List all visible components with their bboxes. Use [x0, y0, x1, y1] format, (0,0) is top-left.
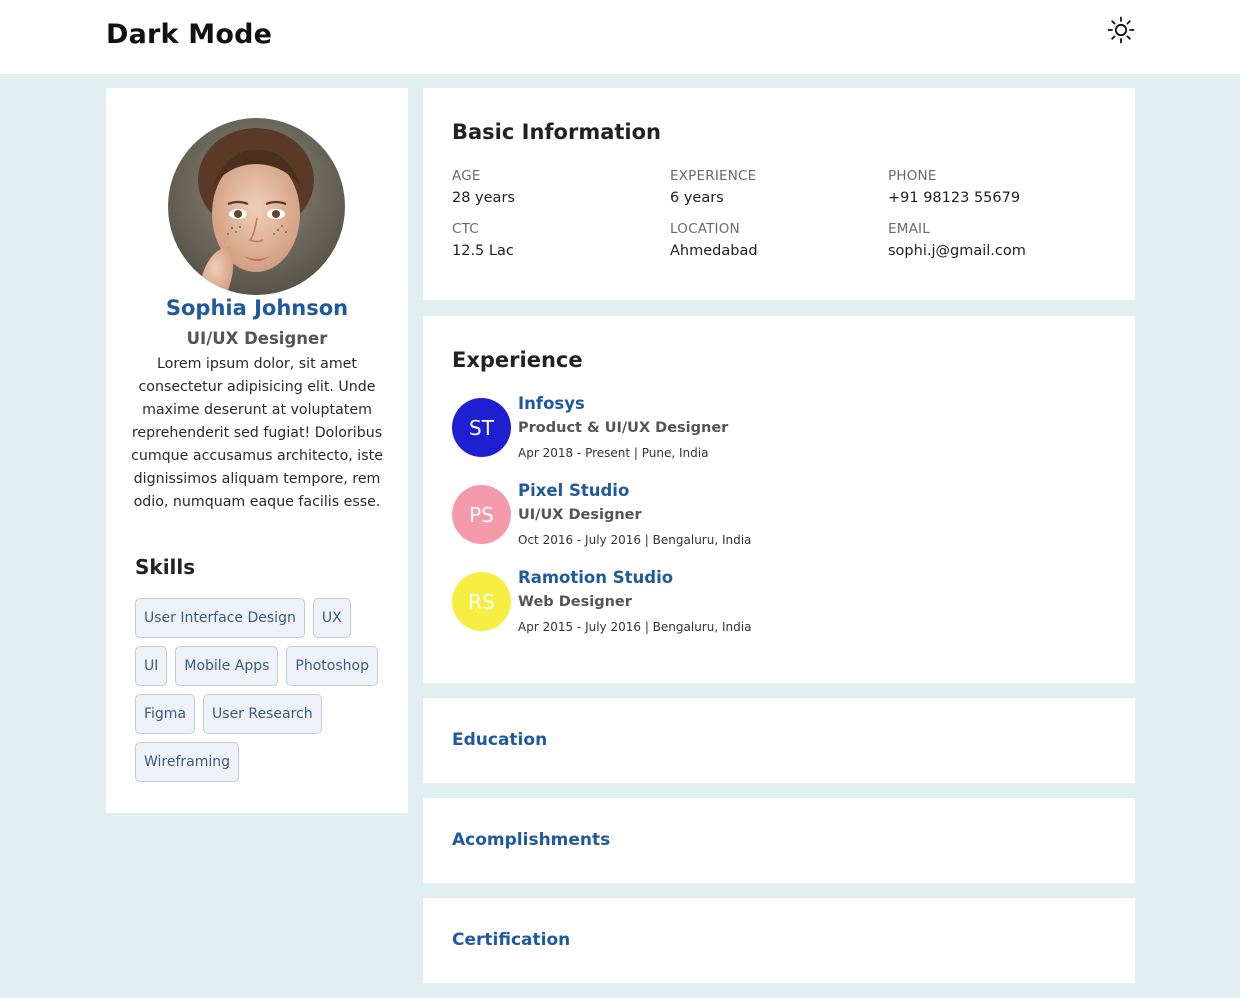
skill-tag[interactable]: UI: [135, 646, 168, 686]
avatar-photo: [168, 118, 345, 295]
phone-value: +91 98123 55679: [888, 190, 1021, 206]
experience-value: 6 years: [670, 190, 724, 206]
theme-toggle-button[interactable]: [1105, 14, 1137, 46]
skill-tag[interactable]: User Research: [203, 694, 322, 734]
skill-tag[interactable]: Figma: [135, 694, 196, 734]
accomplishments-card[interactable]: Acomplishments: [423, 798, 1135, 883]
skills-list: User Interface Design UX UI Mobile Apps …: [135, 598, 385, 782]
email-label: EMAIL: [888, 221, 930, 237]
profile-bio: Lorem ipsum dolor, sit amet consectetur …: [131, 356, 383, 510]
experience-item: ST Infosys Product & UI/UX Designer Apr …: [452, 394, 1092, 464]
sun-icon: [1107, 16, 1135, 44]
education-card[interactable]: Education: [423, 698, 1135, 783]
skill-tag[interactable]: Wireframing: [135, 742, 240, 782]
skills-heading: Skills: [135, 555, 196, 579]
profile-card: Sophia Johnson UI/UX Designer Lorem ipsu…: [106, 88, 408, 813]
skill-tag[interactable]: Mobile Apps: [175, 646, 279, 686]
profile-name: Sophia Johnson: [165, 296, 349, 320]
location-label: LOCATION: [670, 221, 740, 237]
certification-card[interactable]: Certification: [423, 898, 1135, 983]
basic-information-card: Basic Information AGE 28 years EXPERIENC…: [423, 88, 1135, 300]
top-navbar: Dark Mode: [0, 0, 1240, 74]
skill-tag[interactable]: Photoshop: [286, 646, 378, 686]
company-logo: ST: [452, 398, 511, 457]
company-name[interactable]: Infosys: [518, 394, 585, 413]
skill-tag[interactable]: User Interface Design: [135, 598, 305, 638]
education-heading[interactable]: Education: [452, 730, 547, 750]
company-name[interactable]: Pixel Studio: [518, 481, 629, 500]
location-value: Ahmedabad: [670, 243, 758, 259]
brand-title: Dark Mode: [106, 19, 273, 50]
email-value: sophi.j@gmail.com: [888, 243, 1026, 259]
company-name[interactable]: Ramotion Studio: [518, 568, 673, 587]
age-value: 28 years: [452, 190, 515, 206]
ctc-value: 12.5 Lac: [452, 243, 514, 259]
job-role: UI/UX Designer: [518, 507, 642, 523]
certification-heading[interactable]: Certification: [452, 930, 570, 950]
job-meta: Oct 2016 - July 2016 | Bengaluru, India: [518, 533, 752, 547]
job-role: Product & UI/UX Designer: [518, 420, 729, 436]
experience-item: PS Pixel Studio UI/UX Designer Oct 2016 …: [452, 481, 1092, 551]
experience-card: Experience ST Infosys Product & UI/UX De…: [423, 316, 1135, 683]
profile-role: UI/UX Designer: [186, 329, 328, 348]
phone-label: PHONE: [888, 168, 937, 184]
job-meta: Apr 2018 - Present | Pune, India: [518, 446, 709, 460]
basic-information-heading: Basic Information: [452, 120, 661, 144]
company-logo: RS: [452, 572, 511, 631]
company-logo: PS: [452, 485, 511, 544]
ctc-label: CTC: [452, 221, 479, 237]
experience-label: EXPERIENCE: [670, 168, 757, 184]
age-label: AGE: [452, 168, 481, 184]
accomplishments-heading[interactable]: Acomplishments: [452, 830, 610, 850]
job-meta: Apr 2015 - July 2016 | Bengaluru, India: [518, 620, 752, 634]
skill-tag[interactable]: UX: [312, 598, 351, 638]
experience-heading: Experience: [452, 348, 583, 372]
avatar: [168, 118, 345, 295]
job-role: Web Designer: [518, 594, 632, 610]
experience-item: RS Ramotion Studio Web Designer Apr 2015…: [452, 568, 1092, 638]
